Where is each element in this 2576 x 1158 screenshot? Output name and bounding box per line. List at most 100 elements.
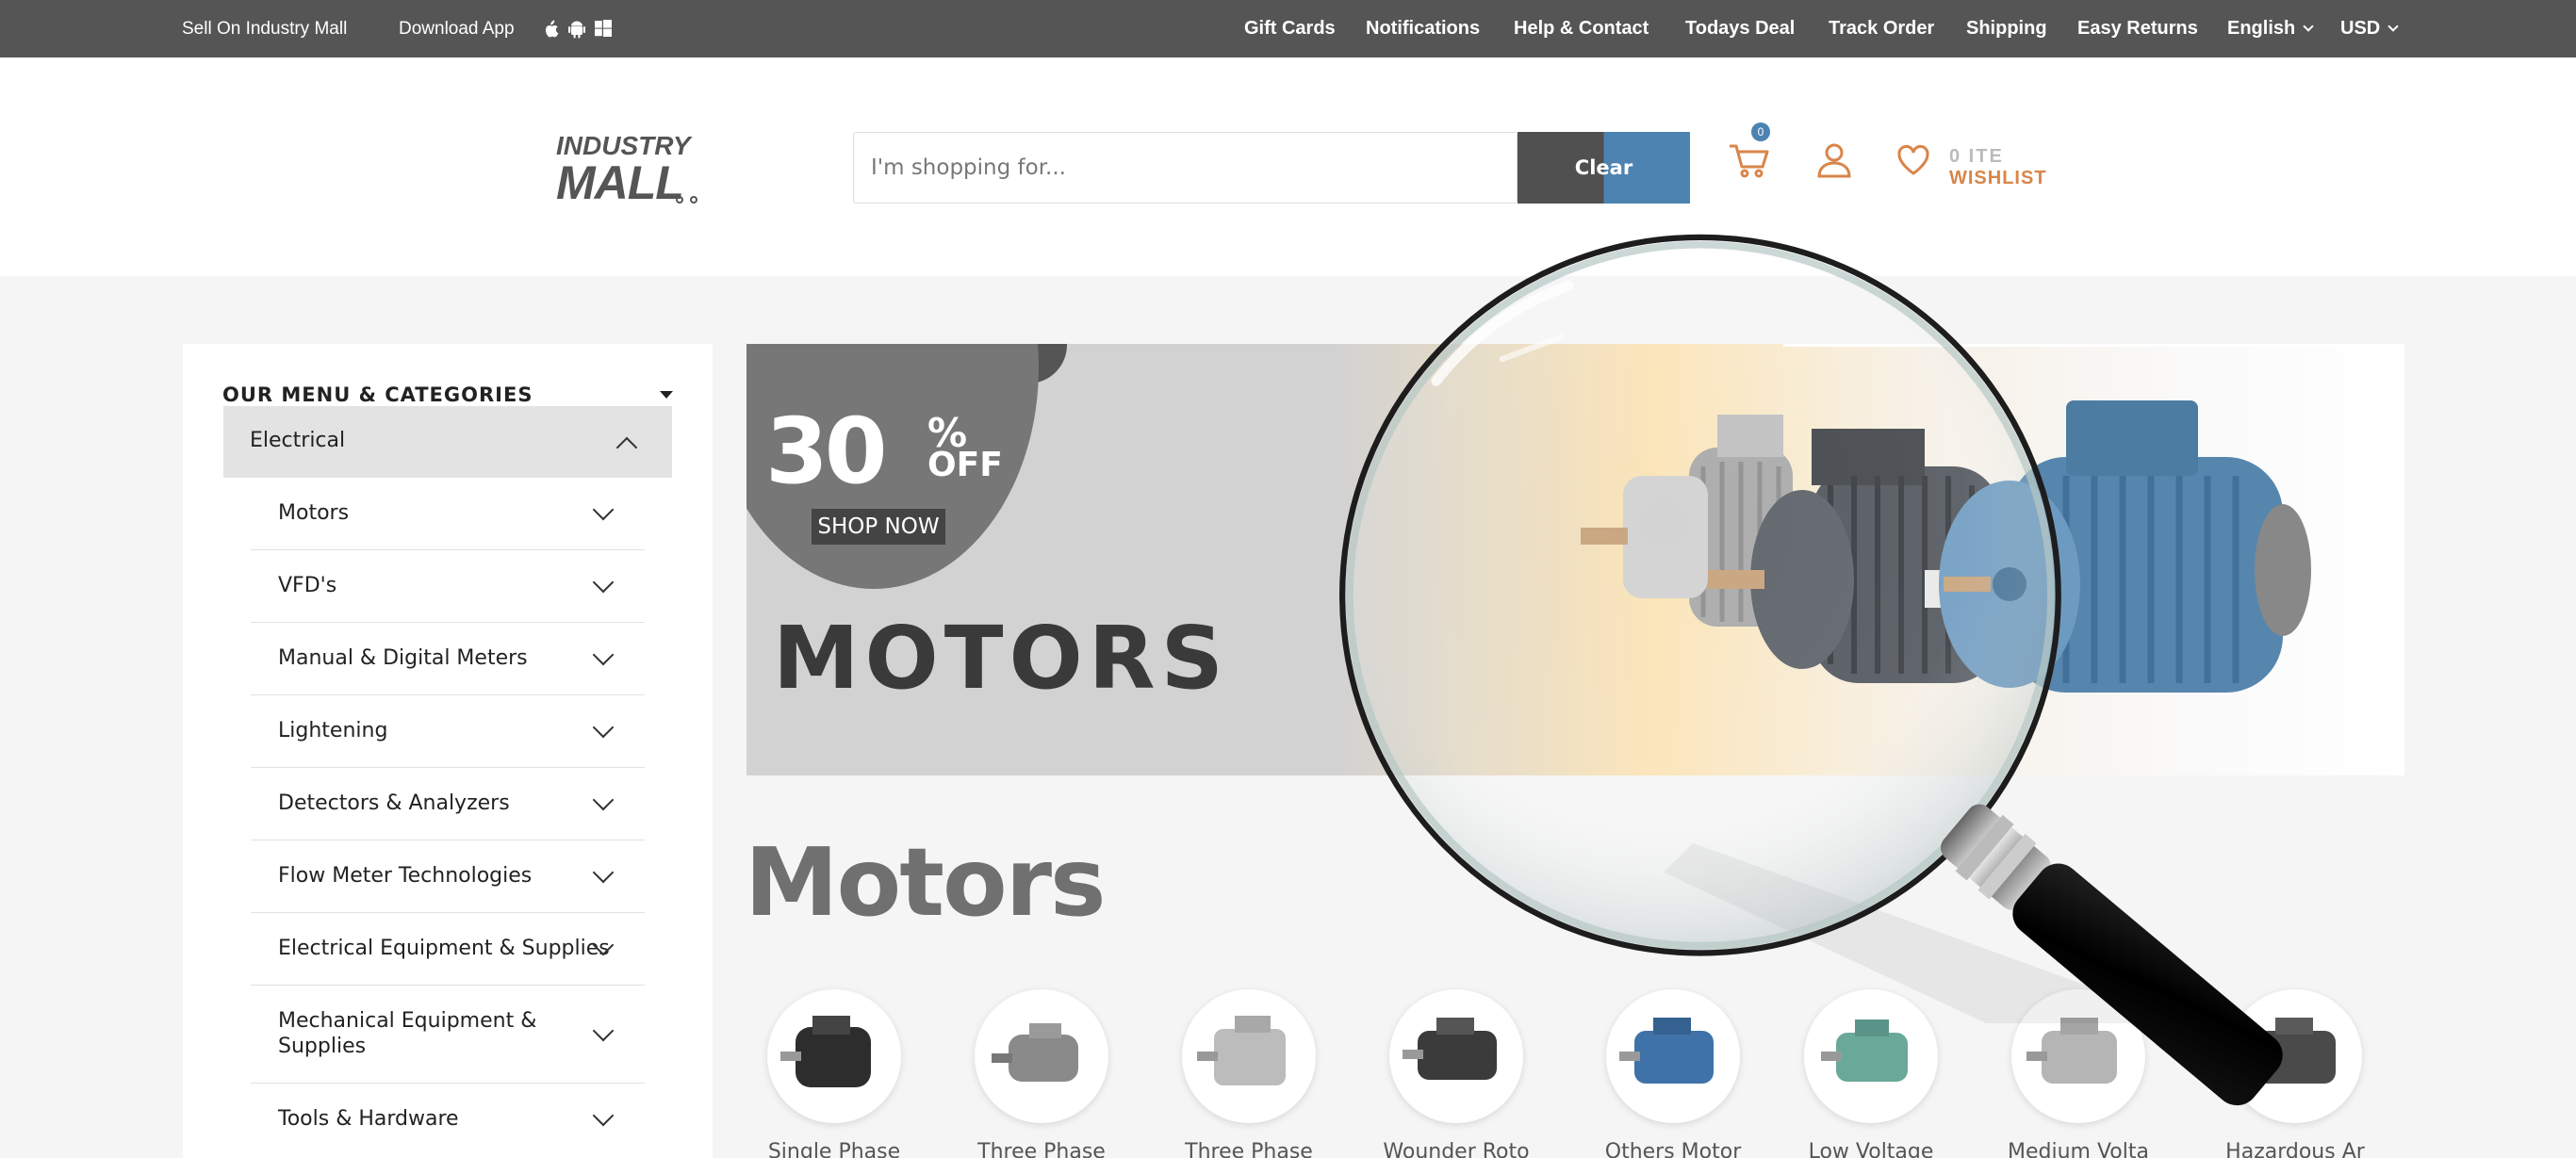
category-label[interactable]: Low Voltage <box>1781 1140 1961 1158</box>
category-image[interactable] <box>2228 989 2362 1123</box>
gift-cards-link[interactable]: Gift Cards <box>1244 0 1336 57</box>
category-three-phase[interactable]: Three Phase <box>971 989 1112 1158</box>
chevron-down-icon[interactable] <box>592 789 615 811</box>
blue-motor <box>1939 400 2311 693</box>
category-image[interactable] <box>2011 989 2145 1123</box>
user-icon[interactable] <box>1817 142 1851 178</box>
chevron-up-icon[interactable] <box>615 436 638 459</box>
track-order-link[interactable]: Track Order <box>1829 0 1934 57</box>
clear-button[interactable]: Clear <box>1518 132 1690 204</box>
motor-thumbnail <box>2241 1018 2336 1084</box>
todays-deal-link[interactable]: Todays Deal <box>1685 0 1795 57</box>
sidebar-title: OUR MENU & CATEGORIES <box>222 383 533 406</box>
discount-value: 30 <box>765 399 888 504</box>
currency-select[interactable]: USD <box>2340 0 2399 57</box>
search-input[interactable] <box>854 133 1517 203</box>
sidebar-item-electrical-equipment[interactable]: Electrical Equipment & Supplies <box>251 913 645 986</box>
sidebar-item-label: Lightening <box>278 719 388 742</box>
app-icons <box>542 18 612 41</box>
sidebar-item-detectors[interactable]: Detectors & Analyzers <box>251 768 645 840</box>
category-label[interactable]: Wounder Roto <box>1367 1140 1546 1158</box>
chevron-down-icon <box>2387 21 2399 32</box>
shop-now-button[interactable]: SHOP NOW <box>812 509 945 545</box>
cart-count-badge: 0 <box>1751 122 1770 141</box>
logo[interactable]: INDUSTRY MALL <box>556 131 712 209</box>
sidebar-item-label: Tools & Hardware <box>278 1107 459 1131</box>
sidebar-item-label: Manual & Digital Meters <box>278 646 528 670</box>
category-wounder-rotor[interactable]: Wounder Roto <box>1383 989 1530 1158</box>
easy-returns-link[interactable]: Easy Returns <box>2077 0 2198 57</box>
category-label[interactable]: Others Motor <box>1583 1140 1763 1158</box>
caret-down-icon[interactable] <box>660 391 673 399</box>
promo-banner[interactable]: 30 % OFF SHOP NOW MOTORS <box>747 344 2404 775</box>
chevron-down-icon[interactable] <box>592 1104 615 1127</box>
category-three-phase-2[interactable]: Three Phase <box>1178 989 1320 1158</box>
category-label[interactable]: Single Phase <box>745 1140 924 1158</box>
sidebar-item-electrical[interactable]: Electrical <box>223 406 672 478</box>
sidebar-item-motors[interactable]: Motors <box>251 478 645 550</box>
language-value: English <box>2227 18 2296 39</box>
category-low-voltage[interactable]: Low Voltage <box>1800 989 1942 1158</box>
sidebar-item-mechanical-equipment[interactable]: Mechanical Equipment & Supplies <box>251 986 645 1084</box>
sell-link[interactable]: Sell On Industry Mall <box>182 0 347 57</box>
category-label[interactable]: Three Phase <box>952 1140 1131 1158</box>
category-image[interactable] <box>1389 989 1523 1123</box>
sidebar-item-label: Electrical <box>250 429 346 452</box>
sidebar-item-label: Detectors & Analyzers <box>278 791 510 815</box>
apple-icon[interactable] <box>542 20 559 39</box>
android-icon[interactable] <box>568 20 585 39</box>
category-image[interactable] <box>975 989 1108 1123</box>
category-others-motor[interactable]: Others Motor <box>1602 989 1744 1158</box>
windows-icon[interactable] <box>595 20 612 39</box>
chevron-down-icon[interactable] <box>592 644 615 666</box>
motor-thumbnail <box>992 1023 1078 1082</box>
category-image[interactable] <box>767 989 901 1123</box>
banner-top-line <box>1783 344 2404 347</box>
sidebar-item-label: VFD's <box>278 574 337 597</box>
sidebar-item-lightening[interactable]: Lightening <box>251 695 645 768</box>
category-label[interactable]: Hazardous Ar <box>2206 1140 2385 1158</box>
chevron-down-icon <box>2303 21 2314 32</box>
site-header: INDUSTRY MALL Clear 0 0 ITE WISHLIST <box>0 57 2576 276</box>
chevron-down-icon[interactable] <box>592 571 615 594</box>
motor-thumbnail <box>780 1016 871 1087</box>
motor-thumbnail <box>2026 1018 2117 1084</box>
shipping-link[interactable]: Shipping <box>1966 0 2047 57</box>
sidebar-item-vfds[interactable]: VFD's <box>251 550 645 623</box>
category-image[interactable] <box>1804 989 1938 1123</box>
wishlist-count: 0 ITE <box>1949 146 2004 167</box>
section-title: Motors <box>745 827 1107 938</box>
chevron-down-icon[interactable] <box>592 716 615 739</box>
banner-headline: MOTORS <box>773 608 1229 709</box>
category-image[interactable] <box>1182 989 1316 1123</box>
chevron-down-icon[interactable] <box>592 1019 615 1042</box>
heart-icon[interactable] <box>1896 144 1930 176</box>
category-single-phase[interactable]: Single Phase <box>763 989 905 1158</box>
search-box[interactable] <box>853 132 1518 204</box>
chevron-down-icon[interactable] <box>592 498 615 521</box>
category-image[interactable] <box>1606 989 1740 1123</box>
download-app-link[interactable]: Download App <box>399 0 515 57</box>
category-hazardous-area[interactable]: Hazardous Ar <box>2224 989 2366 1158</box>
sidebar-item-label: Flow Meter Technologies <box>278 864 533 888</box>
sidebar-item-label: Motors <box>278 501 350 525</box>
currency-value: USD <box>2340 18 2381 39</box>
cart-wheels-icon <box>676 196 697 204</box>
motor-thumbnail <box>1197 1016 1286 1085</box>
logo-bottom-text: MALL <box>556 156 684 209</box>
sidebar-item-label: Mechanical Equipment & Supplies <box>278 1009 537 1058</box>
language-select[interactable]: English <box>2227 0 2314 57</box>
sidebar-item-flow-meter[interactable]: Flow Meter Technologies <box>251 840 645 913</box>
category-medium-voltage[interactable]: Medium Volta <box>2008 989 2149 1158</box>
chevron-down-icon[interactable] <box>592 861 615 884</box>
sidebar-item-meters[interactable]: Manual & Digital Meters <box>251 623 645 695</box>
wishlist-link[interactable]: WISHLIST <box>1949 168 2047 189</box>
discount-off: OFF <box>927 446 1003 484</box>
cart-icon[interactable] <box>1728 142 1769 180</box>
help-contact-link[interactable]: Help & Contact <box>1514 0 1649 57</box>
category-label[interactable]: Medium Volta <box>1989 1140 2168 1158</box>
motor-thumbnail <box>1403 1018 1497 1080</box>
notifications-link[interactable]: Notifications <box>1366 0 1480 57</box>
sidebar-item-tools[interactable]: Tools & Hardware <box>251 1084 645 1158</box>
category-label[interactable]: Three Phase <box>1159 1140 1338 1158</box>
